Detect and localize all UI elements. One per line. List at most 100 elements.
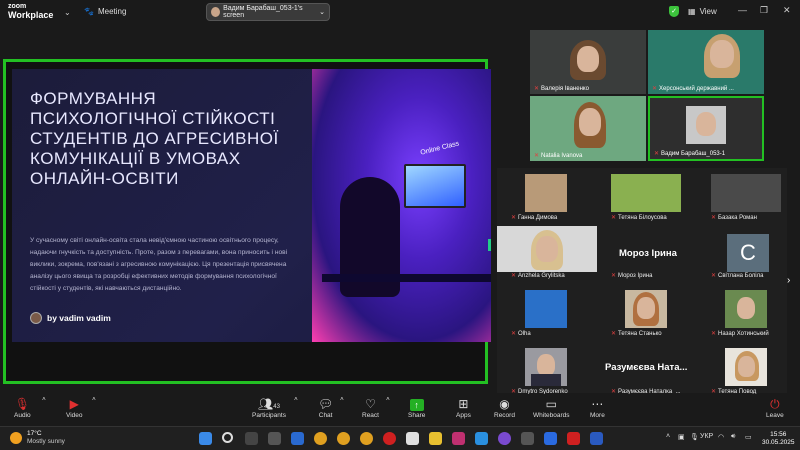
video-tile[interactable]: ✕ Валерія Іваненко bbox=[530, 30, 646, 94]
weather-widget[interactable]: 17°C Mostly sunny bbox=[10, 430, 65, 446]
chevron-up-icon[interactable]: ˄ bbox=[340, 396, 344, 403]
chevron-down-icon: ⌄ bbox=[319, 9, 325, 16]
participant-name-text: Natalia Ivanova bbox=[541, 152, 583, 159]
word-icon[interactable] bbox=[590, 432, 603, 445]
gallery-tile[interactable]: Разумєєва Ната... ✕ Разумєєва Наталка_... bbox=[597, 342, 687, 398]
app-icon[interactable] bbox=[406, 432, 419, 445]
gallery-tile[interactable]: ✕ Назар Хотинський bbox=[697, 284, 787, 340]
language-indicator[interactable]: УКР bbox=[700, 433, 713, 440]
video-button[interactable]: ▶︎ Video bbox=[66, 396, 83, 419]
shield-icon[interactable]: ✓ bbox=[669, 6, 679, 17]
slide-title: ФОРМУВАННЯ ПСИХОЛОГІЧНОЇ СТІЙКОСТІ СТУДЕ… bbox=[30, 89, 279, 188]
more-button[interactable]: ⋯ More bbox=[590, 396, 605, 419]
participant-name-text: Базака Роман bbox=[718, 214, 757, 221]
mic-off-icon: ✕ bbox=[654, 151, 660, 157]
heart-icon: ♡ bbox=[365, 397, 376, 411]
camera-icon[interactable]: ▣ bbox=[678, 433, 685, 441]
mic-icon[interactable]: 🎙︎ bbox=[690, 433, 699, 441]
video-label: Video bbox=[66, 412, 83, 419]
chrome-icon[interactable] bbox=[360, 432, 373, 445]
battery-icon[interactable]: ▭ bbox=[745, 433, 752, 441]
audio-button[interactable]: 🎙︎ Audio bbox=[14, 396, 31, 419]
task-view-icon[interactable] bbox=[245, 432, 258, 445]
video-tile-active-speaker[interactable]: ✕ Вадим Барабаш_053-1 bbox=[648, 96, 764, 161]
record-icon: ◉ bbox=[499, 397, 510, 411]
video-tile[interactable]: ✕ Natalia Ivanova bbox=[530, 96, 646, 161]
file-explorer-icon[interactable] bbox=[429, 432, 442, 445]
gallery-tile[interactable]: ✕ Anzhela Grylitska bbox=[497, 226, 597, 282]
more-label: More bbox=[590, 412, 605, 419]
whiteboards-button[interactable]: ▭ Whiteboards bbox=[533, 396, 570, 419]
leave-button[interactable]: ⏻ Leave bbox=[766, 396, 784, 419]
participant-name-text: Тетяна Білоусова bbox=[618, 214, 667, 221]
chevron-up-icon[interactable]: ˄ bbox=[92, 396, 96, 403]
chat-button[interactable]: 💬︎ Chat bbox=[318, 396, 333, 419]
audio-label: Audio bbox=[14, 412, 31, 419]
apps-icon: ⊞ bbox=[458, 397, 469, 411]
gallery-tile[interactable]: ✕ Olha bbox=[497, 284, 587, 340]
view-button[interactable]: ▦ View bbox=[688, 7, 717, 16]
chat-icon: 💬︎ bbox=[318, 397, 334, 411]
volume-icon[interactable]: 🔊︎ bbox=[731, 433, 735, 441]
restore-icon[interactable]: ❐ bbox=[760, 5, 768, 16]
share-label: Share bbox=[408, 412, 426, 419]
search-icon[interactable] bbox=[222, 432, 233, 443]
windows-start-icon[interactable] bbox=[199, 432, 212, 445]
resize-handle[interactable] bbox=[488, 239, 491, 251]
participant-photo bbox=[525, 290, 567, 328]
wifi-icon[interactable]: ◠ bbox=[718, 433, 724, 441]
participant-name: ✕ Тетяна Білоусова bbox=[611, 214, 667, 222]
pdf-icon[interactable] bbox=[567, 432, 580, 445]
opera-icon[interactable] bbox=[383, 432, 396, 445]
chevron-up-icon[interactable]: ˄ bbox=[294, 396, 298, 403]
screen-share-pill[interactable]: Вадим Барабаш_053-1's screen ⌄ bbox=[206, 3, 330, 21]
participant-photo bbox=[497, 226, 597, 272]
gallery-tile[interactable]: ✕ Тетяна Повод bbox=[697, 342, 787, 398]
mic-off-icon: ✕ bbox=[611, 273, 617, 279]
gallery-tile[interactable]: ✕ Dmytro Sydorenko bbox=[497, 342, 587, 398]
shared-screen-frame[interactable]: ФОРМУВАННЯ ПСИХОЛОГІЧНОЇ СТІЙКОСТІ СТУДЕ… bbox=[3, 59, 491, 384]
react-button[interactable]: ♡ React bbox=[362, 396, 379, 419]
author-name: by vadim vadim bbox=[47, 313, 111, 323]
participants-button[interactable]: 👥︎43 Participants bbox=[252, 396, 286, 419]
slide-body: У сучасному світі онлайн-освіта стала не… bbox=[30, 237, 288, 292]
gallery-tile[interactable]: ✕ Тетяна Білоусова bbox=[597, 168, 687, 224]
widgets-icon[interactable] bbox=[268, 432, 281, 445]
mic-off-icon: ✕ bbox=[511, 215, 517, 221]
meeting-info-button[interactable]: 🐾 Meeting bbox=[84, 7, 126, 16]
participant-name: ✕ Natalia Ivanova bbox=[534, 152, 583, 160]
video-tile[interactable]: ✕ Херсонський державний ... bbox=[648, 30, 764, 94]
meeting-label: Meeting bbox=[97, 7, 127, 16]
minimize-icon[interactable]: — bbox=[738, 5, 747, 15]
share-button[interactable]: ↑ Share bbox=[408, 396, 425, 419]
gallery-tile[interactable]: ✕ Базака Роман bbox=[697, 168, 787, 224]
chevron-up-icon[interactable]: ˄ bbox=[42, 396, 46, 403]
author-avatar bbox=[30, 312, 42, 324]
chevron-down-icon[interactable]: ⌄ bbox=[64, 8, 71, 17]
viber-icon[interactable] bbox=[498, 432, 511, 445]
chrome-icon[interactable] bbox=[314, 432, 327, 445]
gallery-tile[interactable]: ✕ Світлана Болілa bbox=[697, 226, 787, 282]
gallery-tile[interactable]: ✕ Тетяна Станько bbox=[597, 284, 687, 340]
participant-count: 43 bbox=[273, 404, 280, 410]
app-icon[interactable] bbox=[452, 432, 465, 445]
telegram-icon[interactable] bbox=[475, 432, 488, 445]
gallery-tile[interactable]: ✕ Ганна Димова bbox=[497, 168, 587, 224]
participant-name: ✕ Валерія Іваненко bbox=[534, 85, 589, 93]
chrome-icon[interactable] bbox=[337, 432, 350, 445]
mic-off-icon: ✕ bbox=[611, 215, 617, 221]
close-icon[interactable]: ✕ bbox=[783, 5, 791, 16]
apps-button[interactable]: ⊞ Apps bbox=[456, 396, 471, 419]
chevron-up-icon[interactable]: ˄ bbox=[666, 433, 670, 440]
participant-name: ✕ Базака Роман bbox=[711, 214, 757, 222]
record-button[interactable]: ◉ Record bbox=[494, 396, 515, 419]
app-icon[interactable] bbox=[521, 432, 534, 445]
gallery-tile[interactable]: Мороз Ірина ✕ Мороз Ірина bbox=[597, 226, 687, 282]
chevron-up-icon[interactable]: ˄ bbox=[386, 396, 390, 403]
participant-name: ✕ Тетяна Станько bbox=[611, 330, 662, 338]
participant-name-text: Anzhela Grylitska bbox=[518, 272, 565, 279]
app-icon[interactable] bbox=[291, 432, 304, 445]
next-page-arrow-icon[interactable]: › bbox=[787, 275, 790, 286]
clock[interactable]: 15:56 30.05.2025 bbox=[762, 431, 795, 447]
zoom-icon[interactable] bbox=[544, 432, 557, 445]
